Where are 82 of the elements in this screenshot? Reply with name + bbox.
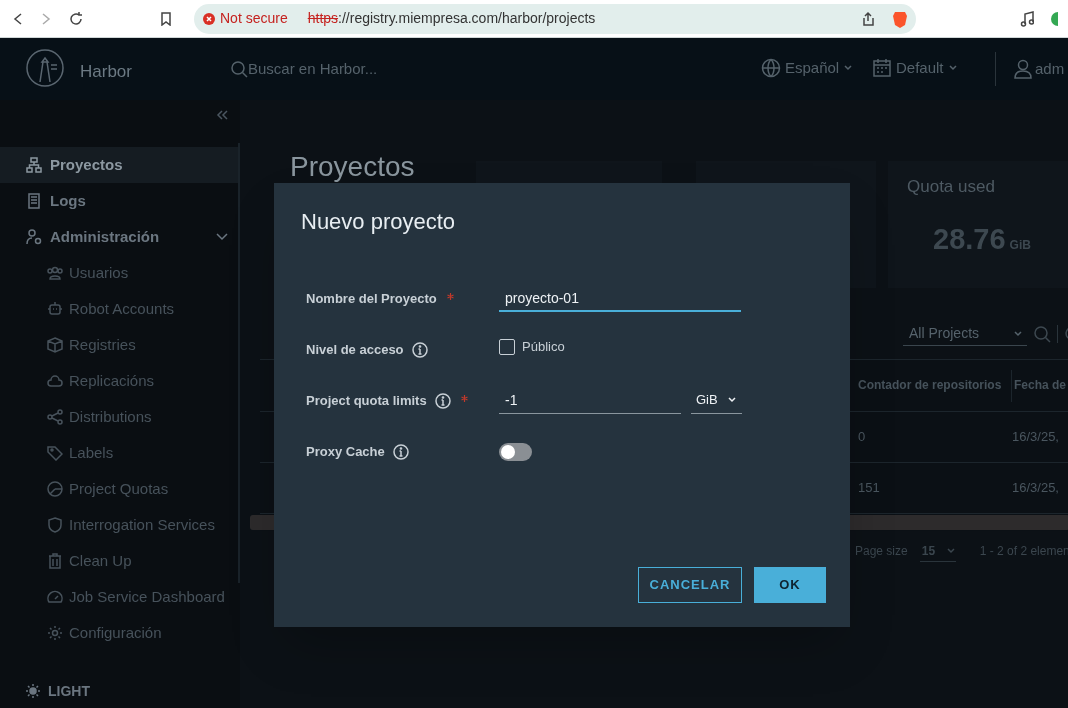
tag-icon — [47, 445, 63, 461]
search-icon — [230, 60, 248, 78]
caret-icon — [1013, 329, 1023, 338]
table-cell-text: 0 — [858, 428, 867, 447]
music-note-icon[interactable] — [1020, 10, 1034, 27]
ok-button[interactable]: OK — [754, 567, 826, 603]
collapse-icon[interactable] — [216, 110, 228, 120]
scope-menu[interactable]: Default — [872, 57, 958, 80]
field-label: Project quota limits — [306, 391, 427, 410]
url-text: https://registry.miempresa.com/harbor/projects — [307, 9, 596, 28]
bookmark-icon[interactable] — [160, 11, 172, 26]
column-header[interactable]: Fecha de — [1012, 369, 1068, 402]
lighthouse-logo-icon — [25, 48, 65, 88]
sidebar-item[interactable]: Project Quotas — [0, 471, 240, 507]
sidebar-item[interactable]: Interrogation Services — [0, 507, 240, 543]
cancel-button[interactable]: CANCELAR — [638, 567, 742, 603]
document-icon — [26, 193, 42, 209]
text-input-field[interactable]: proyecto-01 — [499, 285, 741, 312]
caret-icon — [843, 64, 854, 73]
app-name: Harbor — [80, 61, 132, 83]
gear-icon — [47, 625, 63, 641]
unit-select[interactable]: GiB — [691, 387, 742, 414]
card-label: Quota used — [906, 176, 996, 198]
sidebar-item[interactable]: Distributions — [0, 399, 240, 435]
page-size-label: Page size — [855, 543, 908, 560]
dialog-title: Nuevo proyecto — [301, 208, 456, 236]
sidebar-item[interactable]: Administración — [0, 219, 240, 255]
hierarchy-icon — [26, 157, 42, 173]
address-bar[interactable]: Not secure https://registry.miempresa.com/harbor/projects — [194, 3, 916, 34]
share-icon[interactable] — [860, 10, 876, 27]
globe-icon — [761, 58, 781, 79]
toggle-switch[interactable] — [499, 442, 532, 461]
sidebar-item[interactable]: Configuración — [0, 615, 240, 651]
sidebar-item[interactable]: Logs — [0, 183, 240, 219]
sidebar-item[interactable]: Robot Accounts — [0, 291, 240, 327]
user-gear-icon — [26, 229, 42, 245]
quota-input-field[interactable]: -1 — [499, 387, 681, 414]
caret-icon — [947, 64, 958, 73]
sidebar-item[interactable]: Usuarios — [0, 255, 240, 291]
sun-icon — [26, 684, 40, 698]
sidebar-item[interactable]: Job Service Dashboard — [0, 579, 240, 615]
caret-icon — [945, 546, 956, 555]
trash-icon — [47, 553, 63, 569]
field-label: Proxy Cache — [306, 442, 385, 461]
share-nodes-icon — [47, 409, 63, 425]
field-label: Nombre del Proyecto — [306, 289, 437, 308]
robot-icon — [47, 301, 63, 317]
warning-icon — [202, 11, 216, 26]
cube-icon — [47, 337, 63, 353]
sidebar-item[interactable]: Proyectos — [0, 147, 240, 183]
calendar-icon — [872, 58, 892, 79]
gauge-icon — [47, 589, 63, 605]
checkbox-label: Público — [522, 337, 565, 356]
column-header[interactable]: Contador de repositorios — [858, 369, 1012, 402]
table-cell-text: 16/3/25, — [1012, 428, 1060, 447]
caret-icon — [727, 396, 737, 404]
security-label: Not secure — [220, 9, 288, 28]
sidebar-item[interactable]: Labels — [0, 435, 240, 471]
user-icon — [1014, 59, 1032, 80]
table-cell-text: 16/3/25, — [1012, 479, 1060, 498]
pie-chart-icon — [47, 481, 63, 497]
language-menu[interactable]: Español — [761, 57, 854, 80]
info-icon[interactable] — [392, 443, 409, 460]
shield-icon — [47, 517, 63, 533]
theme-toggle[interactable]: LIGHT — [0, 676, 240, 706]
sidebar-item[interactable]: Replicacións — [0, 363, 240, 399]
sidebar-item[interactable]: Clean Up — [0, 543, 240, 579]
cloud-icon — [47, 373, 63, 389]
filter-select[interactable]: All Projects — [903, 322, 1027, 346]
sidebar-item[interactable]: Registries — [0, 327, 240, 363]
page-size-select[interactable]: 15 — [919, 540, 956, 562]
back-icon[interactable] — [12, 11, 24, 26]
users-icon — [47, 265, 63, 281]
user-menu[interactable]: adm — [1014, 58, 1065, 81]
page-title: Proyectos — [290, 152, 416, 182]
reload-icon[interactable] — [68, 10, 84, 27]
info-icon[interactable] — [434, 392, 451, 409]
checkbox[interactable] — [499, 338, 515, 355]
table-cell-text: 151 — [858, 479, 881, 498]
info-icon[interactable] — [411, 341, 428, 358]
search-field[interactable]: Buscar en Harbor... — [248, 57, 468, 81]
field-label: Nivel de acceso — [306, 340, 404, 359]
